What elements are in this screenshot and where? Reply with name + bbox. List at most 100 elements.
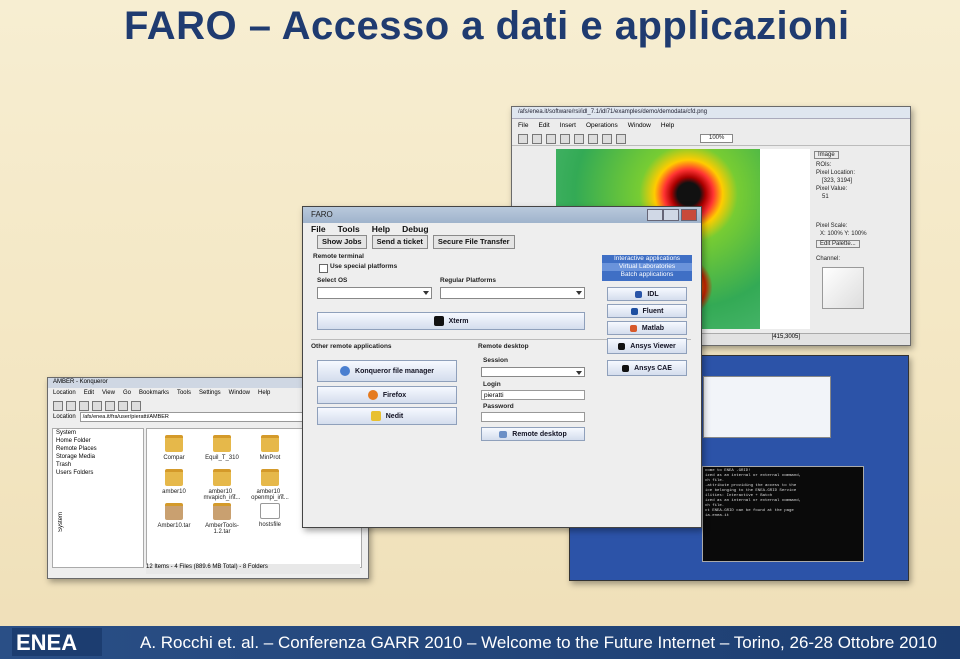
- zoom-icon[interactable]: [616, 134, 626, 144]
- category-batch[interactable]: Batch applications: [602, 271, 692, 279]
- save-icon[interactable]: [532, 134, 542, 144]
- faro-window[interactable]: FARO File Tools Help Debug Show Jobs Sen…: [302, 206, 702, 528]
- terminal-window[interactable]: come to ENEA -GRID! ized as an internal …: [702, 466, 864, 562]
- tree-item[interactable]: System: [53, 429, 143, 437]
- show-jobs-button[interactable]: Show Jobs: [317, 235, 367, 249]
- stop-icon[interactable]: [118, 401, 128, 411]
- login-input[interactable]: pieratti: [481, 390, 585, 400]
- faro-tab-bar: Show Jobs Send a ticket Secure File Tran…: [303, 235, 701, 249]
- session-select[interactable]: [481, 367, 585, 377]
- file-item[interactable]: amber10: [149, 469, 199, 495]
- konq-menu-tools[interactable]: Tools: [177, 390, 191, 397]
- secure-file-transfer-button[interactable]: Secure File Transfer: [432, 235, 515, 249]
- tree-item[interactable]: Storage Media: [53, 453, 143, 461]
- konq-menu-help[interactable]: Help: [258, 390, 270, 397]
- sidebar-tab-system[interactable]: System: [55, 511, 67, 533]
- konqueror-button[interactable]: Konqueror file manager: [317, 360, 457, 382]
- image-tab[interactable]: Image: [814, 151, 839, 159]
- session-label: Session: [483, 357, 508, 364]
- idl-menu-edit[interactable]: Edit: [538, 122, 549, 129]
- undo-icon[interactable]: [560, 134, 570, 144]
- tree-item[interactable]: Remote Places: [53, 445, 143, 453]
- konq-menu-edit[interactable]: Edit: [84, 390, 94, 397]
- close-icon[interactable]: [681, 209, 697, 221]
- folder-icon: [213, 469, 231, 486]
- konq-menu-view[interactable]: View: [102, 390, 115, 397]
- print-icon[interactable]: [546, 134, 556, 144]
- tree-item[interactable]: Users Folders: [53, 469, 143, 477]
- file-item[interactable]: amber10_ mvapich_int...: [197, 469, 247, 501]
- home-icon[interactable]: [92, 401, 102, 411]
- idl-menu-file[interactable]: File: [518, 122, 528, 129]
- category-interactive[interactable]: Interactive applications: [602, 255, 692, 263]
- file-item[interactable]: amber10_ openmpi_int...: [245, 469, 295, 501]
- idl-button[interactable]: IDL: [607, 287, 687, 301]
- ansys-viewer-button[interactable]: Ansys Viewer: [607, 338, 687, 354]
- idl-menu-bar: File Edit Insert Operations Window Help: [512, 119, 910, 132]
- nedit-button[interactable]: Nedit: [317, 407, 457, 425]
- file-item[interactable]: MinProt: [245, 435, 295, 461]
- idl-canvas-blank: [760, 149, 810, 329]
- monitor-icon: [499, 430, 508, 438]
- idl-menu-operations[interactable]: Operations: [586, 122, 618, 129]
- remote-desktop-label: Remote desktop: [478, 343, 529, 350]
- other-apps-label: Other remote applications: [311, 343, 392, 350]
- desktop-app-window[interactable]: [703, 376, 831, 438]
- category-virtual-labs[interactable]: Virtual Laboratories: [602, 263, 692, 271]
- faro-menu-tools[interactable]: Tools: [338, 224, 360, 234]
- use-special-label: Use special platforms: [330, 263, 398, 270]
- idl-menu-insert[interactable]: Insert: [560, 122, 576, 129]
- firefox-button[interactable]: Firefox: [317, 386, 457, 404]
- rotate-icon[interactable]: [602, 134, 612, 144]
- platform-select[interactable]: [440, 287, 585, 299]
- ansys-cae-button[interactable]: Ansys CAE: [607, 360, 687, 376]
- zoom-in-icon[interactable]: [131, 401, 141, 411]
- faro-menu-help[interactable]: Help: [372, 224, 390, 234]
- fluent-button[interactable]: Fluent: [607, 304, 687, 318]
- konq-menu-window[interactable]: Window: [229, 390, 250, 397]
- file-item[interactable]: AmberTools-1.2.tar: [197, 503, 247, 535]
- konq-menu-bookmarks[interactable]: Bookmarks: [139, 390, 169, 397]
- file-item[interactable]: Equil_T_310: [197, 435, 247, 461]
- file-item[interactable]: hostsfile: [245, 503, 295, 528]
- tree-item[interactable]: Trash: [53, 461, 143, 469]
- minimize-icon[interactable]: [647, 209, 663, 221]
- idl-menu-window[interactable]: Window: [628, 122, 651, 129]
- idl-menu-help[interactable]: Help: [661, 122, 674, 129]
- matlab-button[interactable]: Matlab: [607, 321, 687, 335]
- select-icon[interactable]: [588, 134, 598, 144]
- archive-icon: [165, 503, 183, 520]
- remote-desktop-button[interactable]: Remote desktop: [481, 427, 585, 441]
- password-input[interactable]: [481, 412, 585, 422]
- konq-menu-location[interactable]: Location: [53, 390, 76, 397]
- forward-icon[interactable]: [66, 401, 76, 411]
- tree-item[interactable]: Home Folder: [53, 437, 143, 445]
- firefox-icon: [367, 390, 378, 400]
- os-select[interactable]: [317, 287, 432, 299]
- konq-menu-go[interactable]: Go: [123, 390, 131, 397]
- xterm-button[interactable]: Xterm: [317, 312, 585, 330]
- special-platforms-checkbox[interactable]: [319, 264, 328, 273]
- reload-icon[interactable]: [105, 401, 115, 411]
- open-icon[interactable]: [518, 134, 528, 144]
- back-icon[interactable]: [53, 401, 63, 411]
- send-ticket-button[interactable]: Send a ticket: [371, 235, 428, 249]
- edit-palette-button[interactable]: Edit Palette...: [816, 240, 860, 248]
- file-item[interactable]: Amber10.tar: [149, 503, 199, 529]
- folder-icon: [165, 435, 183, 452]
- faro-menu-file[interactable]: File: [311, 224, 326, 234]
- regular-platforms-label: Regular Platforms: [440, 277, 496, 284]
- konq-menu-settings[interactable]: Settings: [199, 390, 221, 397]
- pixel-value-label: Pixel Value:: [816, 186, 848, 192]
- file-item[interactable]: Compar: [149, 435, 199, 461]
- terminal-line: ia.enea.it: [705, 514, 730, 518]
- faro-menu-debug[interactable]: Debug: [402, 224, 428, 234]
- pixel-location-value: [323, 3194]: [822, 178, 853, 184]
- maximize-icon[interactable]: [663, 209, 679, 221]
- redo-icon[interactable]: [574, 134, 584, 144]
- pixel-scale-label: Pixel Scale:: [816, 223, 848, 229]
- select-os-label: Select OS: [317, 277, 348, 284]
- zoom-select[interactable]: 100%: [700, 134, 734, 143]
- up-icon[interactable]: [79, 401, 89, 411]
- rois-label: ROIs:: [816, 162, 832, 168]
